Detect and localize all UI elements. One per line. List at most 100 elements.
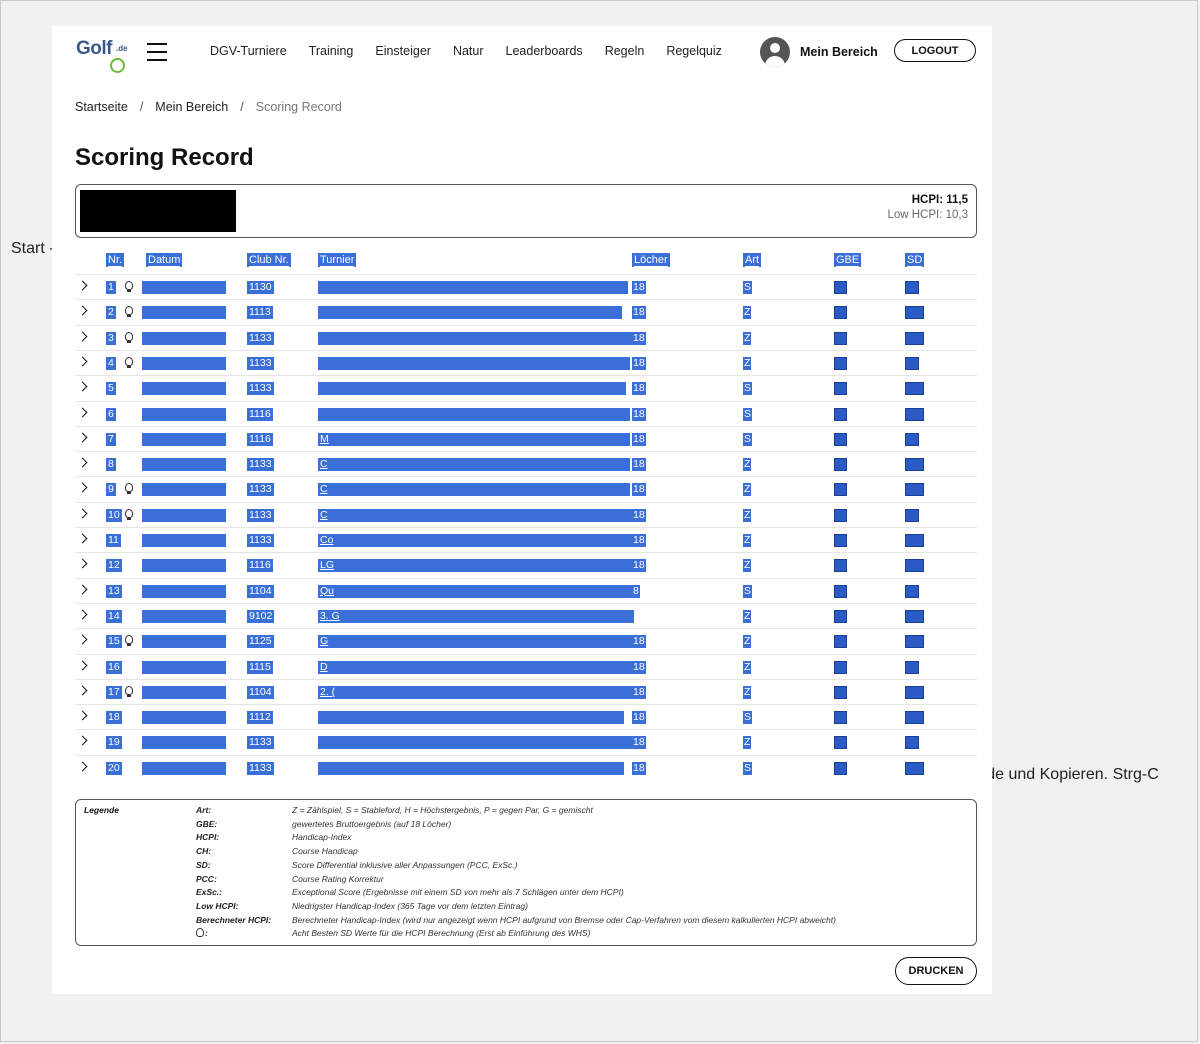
nav-item-dgv-turniere[interactable]: DGV-Turniere [210,44,287,58]
tournament-name[interactable]: D [318,660,632,674]
chevron-right-icon[interactable] [77,609,88,620]
art-value: S [743,382,753,396]
tournament-name[interactable] [318,761,624,775]
user-icon [760,37,790,67]
chevron-right-icon[interactable] [77,735,88,746]
row-number: 8 [106,458,116,472]
table-row[interactable]: 20 1133 18 S [75,754,977,781]
sd-redacted [905,432,919,446]
chevron-right-icon[interactable] [77,761,88,772]
chevron-right-icon[interactable] [77,432,88,443]
chevron-right-icon[interactable] [77,407,88,417]
date-redacted [142,559,226,573]
table-row[interactable]: 15 1125 G 18 Z [75,628,977,654]
column-header[interactable]: Nr. [106,253,125,267]
tournament-name[interactable] [318,736,632,750]
club-number: 1133 [247,534,274,547]
chevron-right-icon[interactable] [77,356,88,367]
tournament-name[interactable] [318,382,626,396]
chevron-right-icon[interactable] [77,305,88,316]
table-row[interactable]: 13 1104 Qu 8 S [75,577,977,604]
table-row[interactable]: 14 9102 3. G Z [75,602,977,629]
table-row[interactable]: 10 1133 C 18 Z [75,501,977,528]
breadcrumb-mein-bereich[interactable]: Mein Bereich [155,100,228,114]
print-button[interactable]: DRUCKEN [895,957,977,985]
table-row[interactable]: 5 1133 18 S [75,375,977,401]
tournament-name[interactable]: LG [318,559,634,573]
table-row[interactable]: 6 1116 18 S [75,400,977,427]
account-menu[interactable]: Mein Bereich [760,37,878,67]
art-value: Z [743,483,752,497]
tournament-name[interactable] [318,281,628,294]
art-value: Z [743,559,752,573]
column-header[interactable]: Löcher [632,253,670,267]
column-header[interactable]: GBE [834,253,862,267]
sd-redacted [905,534,924,547]
column-header[interactable]: Club Nr. [247,253,291,267]
chevron-right-icon[interactable] [77,558,88,569]
table-row[interactable]: 7 1116 M 18 S [75,425,977,452]
row-number: 14 [106,609,122,623]
nav-item-leaderboards[interactable]: Leaderboards [506,44,583,58]
legend-term: CH: [196,846,212,857]
nav-item-einsteiger[interactable]: Einsteiger [375,44,431,58]
nav-item-regeln[interactable]: Regeln [605,44,645,58]
nav-item-regelquiz[interactable]: Regelquiz [666,44,722,58]
nav-item-natur[interactable]: Natur [453,44,484,58]
tournament-name[interactable] [318,331,632,345]
chevron-right-icon[interactable] [77,381,88,392]
tournament-name[interactable]: 2. ( [318,685,632,699]
date-redacted [142,458,226,472]
tournament-name[interactable] [318,306,622,320]
table-header: Nr. Datum Club Nr. Turnier Löcher Art GBE SD [75,252,977,274]
chevron-right-icon[interactable] [77,280,88,291]
tournament-name[interactable]: C [318,458,630,472]
table-row[interactable]: 12 1116 LG 18 Z [75,552,977,578]
table-row[interactable]: 9 1133 C 18 Z [75,476,977,502]
legend-definition: Handicap-Index [292,832,352,843]
column-header[interactable]: Turnier [318,253,357,267]
tournament-name[interactable]: 3. G [318,609,632,623]
breadcrumb-startseite[interactable]: Startseite [75,100,128,114]
chevron-right-icon[interactable] [77,685,88,696]
club-number: 1116 [247,407,273,421]
chevron-right-icon[interactable] [77,331,88,342]
column-header[interactable]: Datum [146,253,183,267]
table-row[interactable]: 17 1104 2. (18 Z [75,678,977,705]
chevron-right-icon[interactable] [77,710,88,721]
chevron-right-icon[interactable] [77,584,88,595]
menu-icon[interactable] [147,43,167,61]
date-redacted [142,331,226,345]
tournament-name[interactable]: Qu [318,584,636,598]
table-row[interactable]: 8 1133 C 18 Z [75,451,977,477]
tournament-name[interactable]: C [318,508,632,522]
tournament-name[interactable] [318,407,630,421]
table-row[interactable]: 19 1133 18 Z [75,729,977,755]
table-row[interactable]: 1 1130 18 S [75,274,977,300]
chevron-right-icon[interactable] [77,533,88,544]
table-row[interactable]: 4 1133 18 Z [75,349,977,376]
date-redacted [142,407,226,421]
tournament-name[interactable]: Co [318,534,636,547]
tournament-name[interactable] [318,356,630,370]
column-header[interactable]: Art [743,253,762,267]
nav-item-training[interactable]: Training [309,44,354,58]
chevron-right-icon[interactable] [77,482,88,493]
table-row[interactable]: 2 1113 18 Z [75,299,977,325]
tournament-name[interactable]: C [318,483,630,497]
tournament-name[interactable]: M [318,432,630,446]
chevron-right-icon[interactable] [77,508,88,519]
chevron-right-icon[interactable] [77,660,88,670]
table-row[interactable]: 16 1115 D 18 Z [75,653,977,680]
chevron-right-icon[interactable] [77,634,88,645]
logout-button[interactable]: LOGOUT [894,39,976,62]
tournament-name[interactable]: G [318,635,632,649]
column-header[interactable]: SD [905,253,925,267]
table-row[interactable]: 18 1112 18 S [75,704,977,730]
table-row[interactable]: 3 1133 18 Z [75,324,977,351]
table-row[interactable]: 11 1133 Co 18 Z [75,527,977,553]
tournament-name[interactable] [318,711,624,725]
golf-logo[interactable]: Golf .de [76,38,130,73]
chevron-right-icon[interactable] [77,457,88,468]
sd-redacted [905,559,924,573]
